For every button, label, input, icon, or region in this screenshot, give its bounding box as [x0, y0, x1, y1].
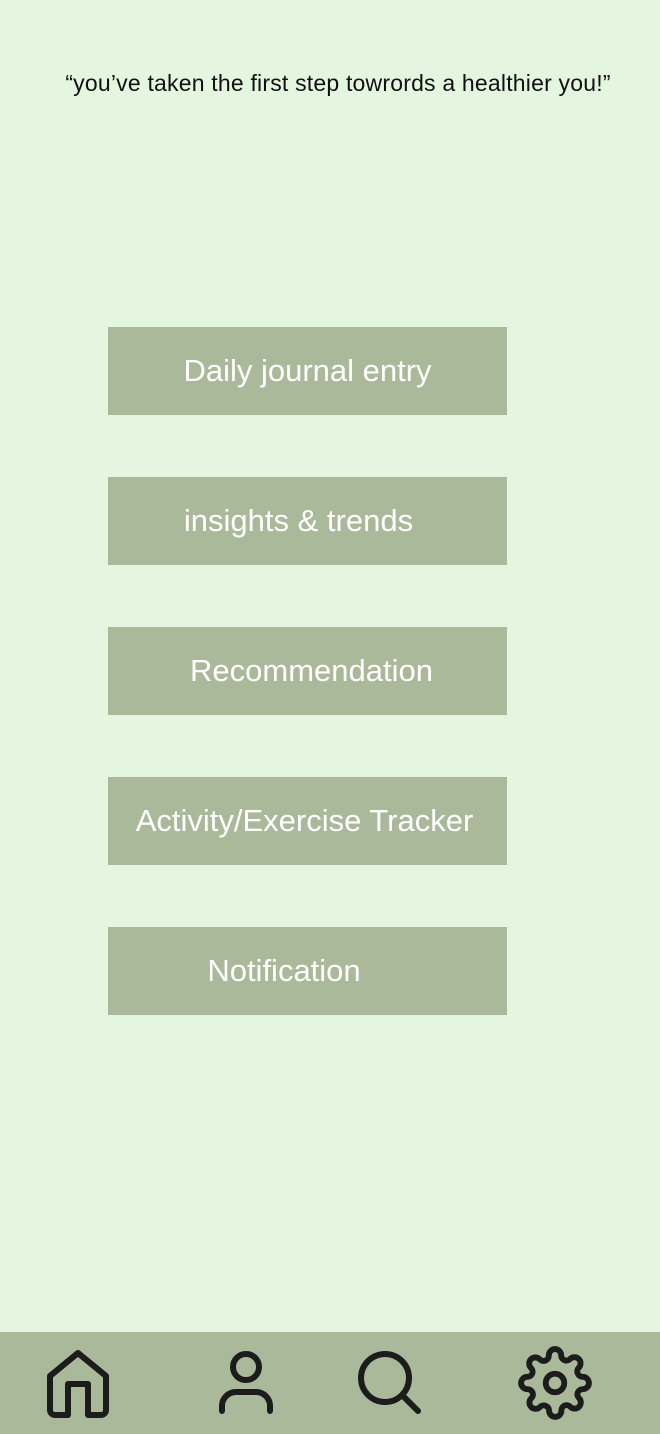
nav-settings[interactable] — [515, 1332, 595, 1434]
notification-label: Notification — [207, 953, 361, 988]
daily-journal-entry-button[interactable]: Daily journal entry — [108, 327, 507, 415]
activity-exercise-tracker-label: Activity/Exercise Tracker — [135, 803, 474, 838]
settings-gear-icon — [518, 1346, 592, 1420]
daily-journal-entry-label: Daily journal entry — [183, 353, 432, 388]
bottom-navigation-bar — [0, 1332, 660, 1434]
profile-icon — [219, 1351, 273, 1414]
search-icon — [358, 1351, 421, 1414]
insights-trends-button[interactable]: insights & trends — [108, 477, 507, 565]
nav-home[interactable] — [38, 1332, 118, 1434]
home-icon — [47, 1350, 109, 1418]
recommendation-label: Recommendation — [190, 653, 433, 688]
notification-button[interactable]: Notification — [108, 927, 507, 1015]
nav-search[interactable] — [350, 1332, 430, 1434]
nav-profile[interactable] — [206, 1332, 286, 1434]
insights-trends-label: insights & trends — [183, 503, 414, 538]
activity-exercise-tracker-button[interactable]: Activity/Exercise Tracker — [108, 777, 507, 865]
recommendation-button[interactable]: Recommendation — [108, 627, 507, 715]
motivational-quote: “you’ve taken the first step towrords a … — [65, 70, 611, 96]
